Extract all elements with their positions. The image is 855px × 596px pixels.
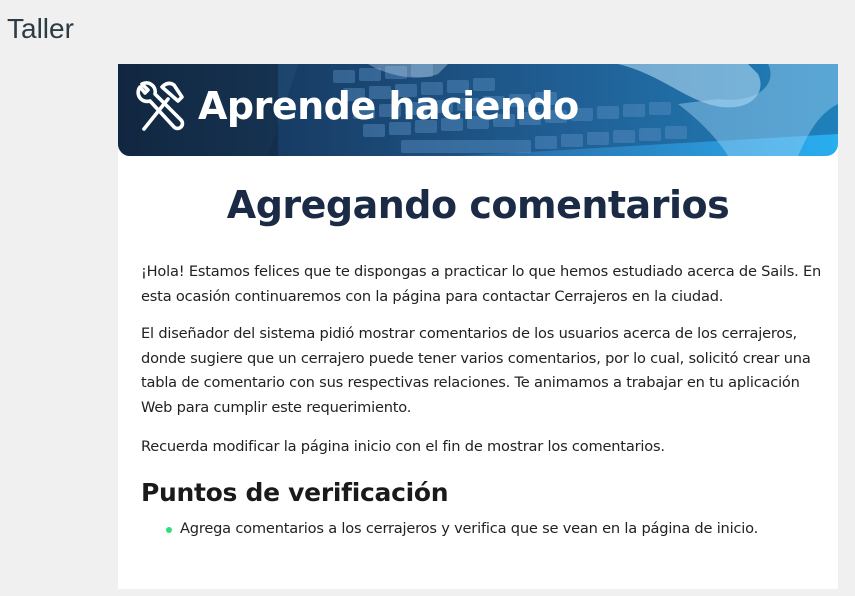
page-heading: Taller: [7, 13, 74, 44]
assignment-title: Agregando comentarios: [226, 183, 730, 227]
banner: Aprende haciendo: [118, 64, 838, 156]
requirements-paragraph: El diseñador del sistema pidió mostrar c…: [141, 325, 811, 416]
tools-icon: [136, 81, 185, 131]
checkpoints-list: Agrega comentarios a los cerrajeros y ve…: [166, 517, 758, 541]
checkpoint-item: Agrega comentarios a los cerrajeros y ve…: [166, 517, 758, 541]
intro-paragraph: ¡Hola! Estamos felices que te dispongas …: [141, 263, 822, 305]
checkpoint-text: Agrega comentarios a los cerrajeros y ve…: [180, 520, 759, 537]
bullet-dot-icon: [166, 527, 172, 533]
assignment-card: Aprende haciendo Agregando comentarios ¡…: [118, 64, 838, 589]
reminder-paragraph: Recuerda modificar la página inicio con …: [141, 438, 665, 455]
checkpoints-heading: Puntos de verificación: [141, 478, 449, 507]
banner-title: Aprende haciendo: [198, 84, 579, 128]
